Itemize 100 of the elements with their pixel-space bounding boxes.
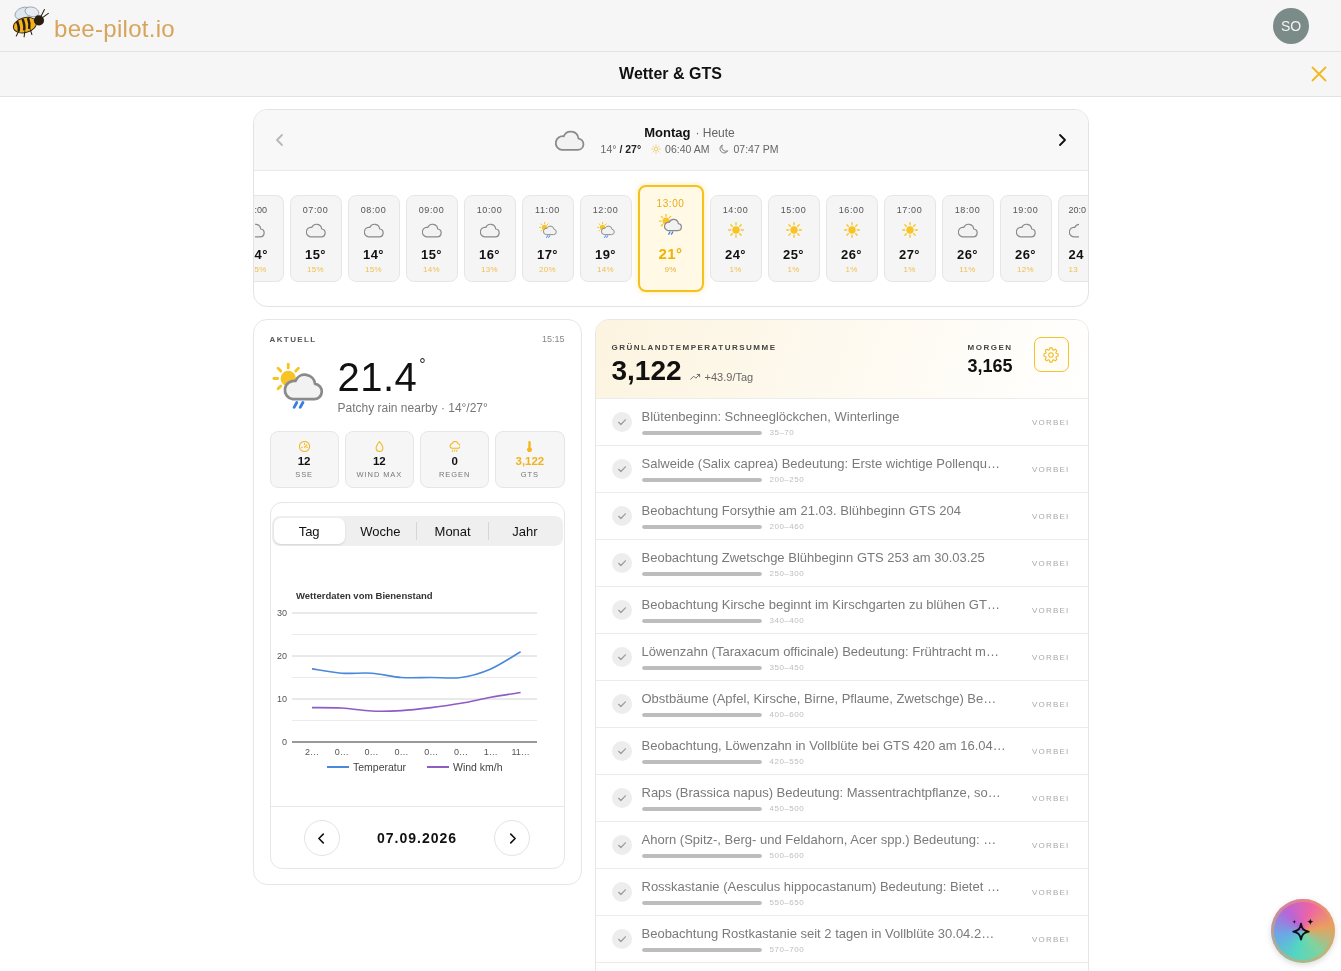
milestone-title[interactable]: Beobachtung, Löwenzahn in Vollblüte bei GTS 420 am 16.04… — [641, 737, 1006, 754]
check-circle-icon[interactable] — [611, 459, 632, 479]
period-tab[interactable]: Jahr — [488, 522, 561, 540]
check-circle-icon[interactable] — [611, 835, 632, 855]
hour-time: 17:00 — [896, 205, 923, 216]
legend-label: Temperatur — [352, 760, 406, 773]
check-circle-icon[interactable] — [611, 553, 632, 573]
chart-title: Wetterdaten vom Bienenstand — [295, 589, 433, 601]
period-tab[interactable]: Woche — [344, 518, 416, 544]
next-date-button[interactable] — [494, 820, 531, 856]
sunrise-time: 06:40 AM — [665, 143, 710, 155]
check-circle-icon[interactable] — [611, 788, 632, 808]
milestone-title[interactable]: Ahorn (Spitz-, Berg- und Feldahorn, Acer spp.) Bedeutung: … — [641, 831, 997, 848]
cloud-icon — [421, 222, 442, 238]
milestone-title[interactable]: Salweide (Salix caprea) Bedeutung: Erste wichtige Pollenqu… — [641, 455, 1000, 472]
check-circle-icon[interactable] — [611, 647, 632, 667]
hour-time: 08:00 — [360, 205, 387, 216]
assistant-button[interactable] — [1271, 899, 1335, 963]
cloud-icon — [254, 222, 265, 238]
stat-value: 3,122 — [515, 454, 545, 467]
hour-time: 07:00 — [302, 205, 329, 216]
hour-card[interactable]: 08:00 14° 15% — [347, 195, 400, 282]
hour-card[interactable]: 15:00 25° 1% — [767, 195, 820, 282]
period-tab[interactable]: Monat — [416, 522, 489, 540]
tomorrow-label: MORGEN — [967, 343, 1013, 353]
stat-value: 12 — [372, 454, 386, 467]
rain-chance: 5% — [254, 265, 267, 275]
status-label: VORBEI — [1032, 652, 1070, 662]
period-tab[interactable]: Tag — [273, 518, 345, 544]
x-axis-label: 1… — [483, 747, 498, 757]
check-circle-icon[interactable] — [611, 882, 632, 902]
hour-card[interactable]: :00 4° 5% — [253, 195, 284, 282]
moon-icon — [719, 144, 730, 154]
check-circle-icon[interactable] — [611, 600, 632, 620]
status-label: VORBEI — [1032, 887, 1070, 897]
status-label: VORBEI — [1032, 511, 1070, 521]
hour-temperature: 26° — [1015, 247, 1036, 262]
rain-cloud-icon — [449, 440, 461, 452]
check-circle-icon[interactable] — [611, 506, 632, 526]
cloud-icon — [957, 222, 978, 238]
rain-chance: 9% — [664, 265, 677, 275]
rain-chance: 11% — [959, 265, 976, 275]
milestone-title[interactable]: Beobachtung Kirsche beginnt im Kirschgarten zu blühen GT… — [641, 596, 1000, 613]
hour-card[interactable]: 10:00 16° 13% — [463, 195, 516, 282]
check-circle-icon[interactable] — [611, 741, 632, 761]
gts-range: 350–450 — [769, 662, 805, 673]
hour-time: 10:00 — [476, 205, 503, 216]
check-circle-icon[interactable] — [611, 412, 632, 432]
current-temperature: 21.4 — [337, 356, 418, 398]
hour-card[interactable]: 14:00 24° 1% — [709, 195, 762, 282]
hour-time: 12:00 — [592, 205, 619, 216]
sun-cloud-rain-icon — [537, 222, 558, 238]
hour-temperature: 4° — [254, 247, 268, 262]
hour-temperature: 27° — [899, 247, 920, 262]
hour-temperature: 16° — [479, 247, 500, 262]
sun-cloud-rain-icon — [658, 214, 683, 235]
milestone-title[interactable]: Raps (Brassica napus) Bedeutung: Massentrachtpflanze, so… — [641, 784, 1001, 801]
gts-range: 550–650 — [769, 897, 805, 908]
settings-button[interactable] — [1033, 337, 1069, 372]
x-axis-label: 0… — [364, 747, 379, 757]
hour-card[interactable]: 20:0 24 13 — [1057, 195, 1088, 282]
hour-card[interactable]: 16:00 26° 1% — [825, 195, 878, 282]
milestone-title[interactable]: Rosskastanie (Aesculus hippocastanum) Bedeutung: Bietet … — [641, 878, 1000, 895]
previous-date-button[interactable] — [303, 820, 340, 856]
check-circle-icon[interactable] — [611, 694, 632, 714]
close-button[interactable] — [1311, 66, 1327, 82]
milestone-title[interactable]: Beobachtung Rostkastanie seit 2 tagen in Vollblüte 30.04.2… — [641, 925, 995, 942]
drop-icon — [373, 440, 385, 452]
x-axis-label: 0… — [334, 747, 349, 757]
hour-card[interactable]: 19:00 26° 12% — [999, 195, 1052, 282]
hour-card[interactable]: 09:00 15° 14% — [405, 195, 458, 282]
milestone-title[interactable]: Beobachtung Forsythie am 21.03. Blühbeginn GTS 204 — [641, 502, 961, 519]
next-day-button[interactable] — [1057, 134, 1066, 146]
gts-range: 400–600 — [769, 709, 805, 720]
rain-chance: 14% — [423, 265, 440, 275]
rain-chance: 15% — [307, 265, 324, 275]
milestone-title[interactable]: Beobachtung Zwetschge Blühbeginn GTS 253 am 30.03.25 — [641, 549, 985, 566]
check-circle-icon[interactable] — [611, 929, 632, 949]
y-axis-label: 0 — [281, 737, 287, 747]
sun-cloud-rain-icon — [271, 362, 324, 409]
chevron-left-icon — [275, 134, 284, 146]
hour-card[interactable]: 11:00 17° 20% — [521, 195, 574, 282]
milestone-title[interactable]: Obstbäume (Apfel, Kirsche, Birne, Pflaume, Zwetschge) Be… — [641, 690, 997, 707]
hour-time: 19:00 — [1012, 205, 1039, 216]
gts-range: 420–550 — [769, 756, 805, 767]
sun-icon — [899, 222, 920, 238]
rain-chance: 20% — [539, 265, 556, 275]
milestone-title[interactable]: Löwenzahn (Taraxacum officinale) Bedeutung: Frühtracht m… — [641, 643, 999, 660]
hour-card[interactable]: 18:00 26° 11% — [941, 195, 994, 282]
status-label: VORBEI — [1032, 934, 1070, 944]
milestone-title[interactable]: Blütenbeginn: Schneeglöckchen, Winterlinge — [641, 408, 900, 425]
hour-card[interactable]: 07:00 15° 15% — [289, 195, 342, 282]
hour-temperature: 21° — [658, 245, 683, 262]
hour-temperature: 19° — [595, 247, 616, 262]
hour-card[interactable]: 17:00 27° 1% — [883, 195, 936, 282]
hour-card[interactable]: 12:00 19° 14% — [579, 195, 632, 282]
weather-summary: Patchy rain nearby · 14°/27° — [337, 401, 488, 415]
chevron-right-icon — [1057, 134, 1066, 146]
section-label: AKTUELL — [269, 334, 317, 344]
hour-temperature: 15° — [305, 247, 326, 262]
